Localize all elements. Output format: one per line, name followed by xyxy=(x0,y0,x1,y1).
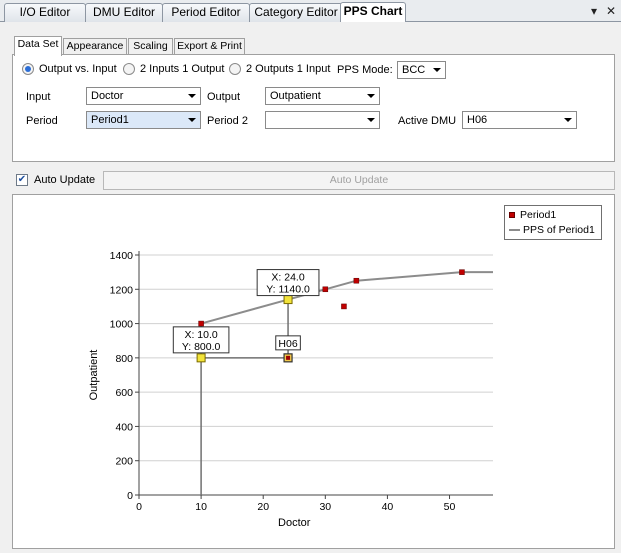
tab-io-editor[interactable]: I/O Editor xyxy=(4,3,86,22)
y-tick-label: 0 xyxy=(127,490,133,502)
active-dmu-select[interactable]: H06 xyxy=(462,111,577,129)
projection-label-text: Y: 800.0 xyxy=(182,341,221,353)
y-tick-label: 1000 xyxy=(110,319,134,331)
pps-mode-label: PPS Mode: xyxy=(337,64,393,76)
auto-update-checkbox[interactable]: ✔ xyxy=(16,174,28,186)
projection-label-text: X: 10.0 xyxy=(184,329,217,341)
auto-update-button[interactable]: Auto Update xyxy=(103,171,615,190)
x-tick-label: 40 xyxy=(382,501,394,513)
active-dmu-point-core xyxy=(286,355,291,360)
radio-label: Output vs. Input xyxy=(39,63,117,75)
data-set-panel: Output vs. Input 2 Inputs 1 Output 2 Out… xyxy=(12,54,615,162)
radio-output-vs-input[interactable]: Output vs. Input xyxy=(22,63,117,75)
input-label: Input xyxy=(26,91,51,103)
pps-chart-panel: Data Set Appearance Scaling Export & Pri… xyxy=(0,22,621,553)
x-axis-label: Doctor xyxy=(278,517,311,529)
y-tick-label: 600 xyxy=(115,387,133,399)
period-2-select[interactable] xyxy=(265,111,380,129)
radio-2-outputs-1-input[interactable]: 2 Outputs 1 Input xyxy=(229,63,330,75)
y-tick-label: 1200 xyxy=(110,284,134,296)
legend-item-period1: Period1 xyxy=(509,209,556,221)
x-tick-label: 50 xyxy=(444,501,456,513)
period-label: Period xyxy=(26,115,58,127)
tab-category-editor[interactable]: Category Editor xyxy=(249,3,343,22)
projection-label-text: Y: 1140.0 xyxy=(266,284,310,296)
output-label: Output xyxy=(207,91,241,103)
pps-frontier-line xyxy=(200,271,493,325)
radio-label: 2 Inputs 1 Output xyxy=(140,63,225,75)
pps-chart: 0 200 400 600 800 1000 1200 1400 0 10 20 30 40 50 Doct… xyxy=(12,194,615,549)
pps-mode-select[interactable]: BCC xyxy=(397,61,446,79)
active-dmu-value: H06 xyxy=(467,114,488,126)
radio-2-inputs-1-output[interactable]: 2 Inputs 1 Output xyxy=(123,63,224,75)
y-tick-label: 800 xyxy=(115,353,133,365)
data-point xyxy=(198,320,204,327)
output-value: Outpatient xyxy=(270,90,321,102)
legend-label: Period1 xyxy=(520,209,557,221)
data-point xyxy=(353,277,360,284)
close-icon[interactable]: ✕ xyxy=(606,4,616,18)
output-select[interactable]: Outpatient xyxy=(265,87,380,105)
legend-line-icon xyxy=(509,229,520,231)
chevron-down-icon xyxy=(188,94,196,98)
y-axis-label: Outpatient xyxy=(88,350,100,401)
tab-data-set[interactable]: Data Set xyxy=(14,36,62,56)
x-tick-label: 20 xyxy=(257,501,269,513)
checkmark-icon: ✔ xyxy=(17,174,27,185)
projection-point xyxy=(196,353,206,363)
projection-point xyxy=(283,295,293,305)
y-tick-label: 1400 xyxy=(110,250,134,262)
chevron-down-icon xyxy=(367,94,375,98)
active-dmu-label-text: H06 xyxy=(278,338,297,350)
period-value: Period1 xyxy=(91,114,129,126)
input-value: Doctor xyxy=(91,90,124,102)
radio-unselected-icon xyxy=(123,63,135,75)
radio-label: 2 Outputs 1 Input xyxy=(246,63,331,75)
tab-list-dropdown-icon[interactable]: ▾ xyxy=(591,4,597,18)
x-tick-label: 30 xyxy=(319,501,331,513)
chevron-down-icon xyxy=(188,118,196,122)
tab-scaling[interactable]: Scaling xyxy=(128,38,173,55)
radio-selected-icon xyxy=(22,63,34,75)
chevron-down-icon xyxy=(564,118,572,122)
radio-unselected-icon xyxy=(229,63,241,75)
y-tick-label: 200 xyxy=(115,456,133,468)
pps-mode-value: BCC xyxy=(402,64,426,76)
x-tick-label: 0 xyxy=(136,501,142,513)
data-point xyxy=(322,286,329,293)
legend-marker-icon xyxy=(509,212,515,218)
legend-label: PPS of Period1 xyxy=(523,224,595,236)
tab-period-editor[interactable]: Period Editor xyxy=(162,3,250,22)
data-point xyxy=(341,303,347,310)
x-tick-label: 10 xyxy=(195,501,207,513)
tab-export-print[interactable]: Export & Print xyxy=(174,38,245,55)
projection-label-text: X: 24.0 xyxy=(271,272,304,284)
tab-dmu-editor[interactable]: DMU Editor xyxy=(85,3,163,22)
auto-update-label: Auto Update xyxy=(34,174,96,186)
period-select[interactable]: Period1 xyxy=(86,111,201,129)
period-2-label: Period 2 xyxy=(207,115,248,127)
chart-canvas: 0 200 400 600 800 1000 1200 1400 0 10 20 30 40 50 Doct… xyxy=(88,250,493,529)
tab-pps-chart[interactable]: PPS Chart xyxy=(340,2,406,23)
tab-appearance[interactable]: Appearance xyxy=(63,38,127,55)
active-dmu-label: Active DMU xyxy=(398,115,457,127)
document-tab-strip: I/O Editor DMU Editor Period Editor Cate… xyxy=(0,0,621,23)
legend-item-pps: PPS of Period1 xyxy=(509,224,595,236)
chevron-down-icon xyxy=(367,118,375,122)
y-tick-label: 400 xyxy=(115,421,133,433)
input-select[interactable]: Doctor xyxy=(86,87,201,105)
chevron-down-icon xyxy=(433,68,441,72)
data-point xyxy=(459,269,465,275)
chart-legend: Period1 PPS of Period1 xyxy=(504,205,602,240)
